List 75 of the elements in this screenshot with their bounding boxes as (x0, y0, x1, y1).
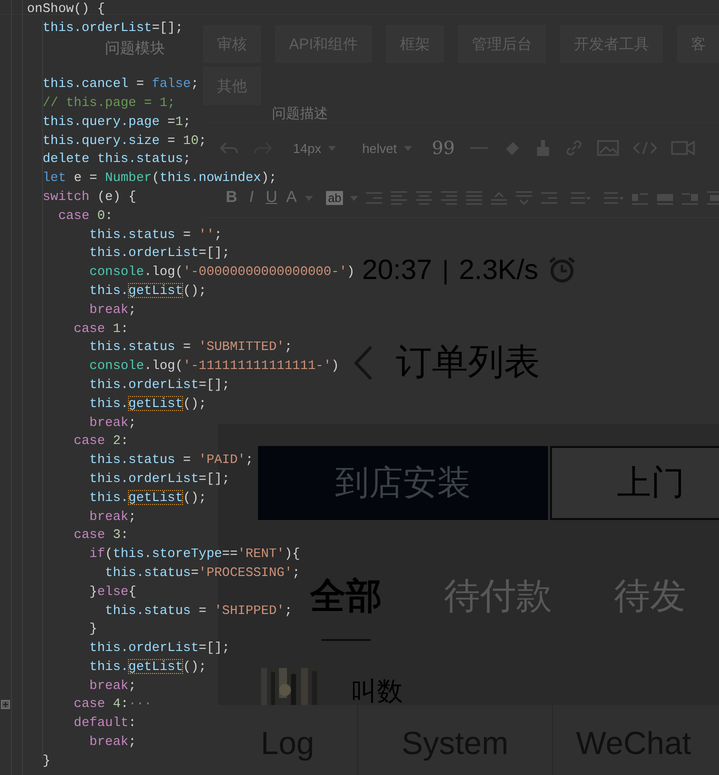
indent-icon[interactable] (365, 191, 384, 205)
code-line: default: (72, 715, 136, 730)
format-button[interactable]: B (225, 189, 238, 207)
video-icon[interactable] (670, 140, 695, 156)
code-line: case 3: (72, 527, 128, 542)
field-label: 问题模块 (105, 39, 165, 58)
highlight-button[interactable]: ab (326, 191, 344, 205)
font-size-dropdown[interactable]: 14px (287, 140, 342, 156)
align-center-icon[interactable] (415, 191, 434, 205)
code-line: if(this.storeType=='RENT'){ (88, 546, 300, 562)
code-line: break; (88, 302, 136, 317)
center-block-icon[interactable] (706, 191, 719, 205)
line-height-icon[interactable] (490, 191, 508, 205)
separator: | (442, 254, 449, 286)
code-line: this.status = 'PAID'; (88, 452, 254, 468)
code-line: this.query.size = 10; (42, 132, 206, 148)
alarm-icon (548, 256, 576, 284)
code-line: this.status='PROCESSING'; (104, 564, 300, 580)
line-spacing-icon[interactable] (515, 191, 534, 205)
justify-icon[interactable] (465, 191, 484, 205)
code-line: this.cancel = false; (42, 76, 199, 92)
code-line: this.orderList=[]; (88, 376, 230, 392)
caret-icon[interactable] (328, 146, 336, 150)
link-icon[interactable] (564, 139, 583, 157)
code-line: this.query.page =1; (42, 114, 191, 129)
back-icon[interactable] (352, 344, 374, 382)
code-line: case 4:··· (72, 696, 152, 712)
code-line: break; (88, 734, 136, 750)
code-line: onShow() { (27, 1, 106, 16)
code-line: this.getList(); (88, 396, 206, 411)
code-line: this.status = ''; (88, 226, 222, 242)
float-none-icon[interactable] (656, 191, 674, 205)
code-line: // this.page = 1; (42, 94, 176, 110)
segment-tab[interactable]: 到店安装 (258, 446, 548, 520)
code-icon[interactable] (632, 140, 657, 156)
format-button[interactable]: U (265, 189, 278, 207)
caret-icon[interactable] (404, 146, 412, 150)
font-family-dropdown[interactable]: helvet (356, 140, 418, 156)
code-line: delete this.status; (42, 151, 191, 166)
code-line: this.getList(); (88, 490, 206, 505)
code-line: let e = Number(this.nowindex); (42, 170, 277, 186)
image-icon[interactable] (596, 139, 619, 157)
code-line: switch (e) { (42, 188, 136, 204)
code-line: this.getList(); (88, 658, 206, 674)
code-line: this.orderList=[]; (88, 640, 230, 656)
undo-icon[interactable] (219, 140, 239, 156)
float-right-icon[interactable] (681, 191, 700, 205)
code-line: this.orderList=[]; (88, 470, 230, 486)
code-line: } (88, 621, 98, 636)
quote-button[interactable]: 99 (432, 138, 455, 158)
align-right-icon[interactable] (440, 191, 458, 205)
code-line: break; (88, 678, 136, 693)
caret-icon[interactable] (305, 196, 313, 200)
outdent-icon[interactable] (540, 191, 558, 205)
code-line: break; (88, 414, 136, 430)
caret-icon[interactable] (350, 196, 358, 200)
expand-icon[interactable] (1, 700, 10, 710)
code-line: case 2: (72, 433, 128, 448)
code-line: this.getList(); (88, 282, 206, 298)
format-button[interactable]: I (245, 189, 258, 207)
format-button[interactable]: A (285, 189, 298, 207)
code-line: this.status = 'SHIPPED'; (104, 602, 292, 618)
float-left-icon[interactable] (631, 191, 650, 205)
field-label: 问题描述 (272, 105, 328, 123)
code-line: this.orderList=[]; (88, 245, 230, 260)
code-line: this.orderList=[]; (42, 20, 184, 35)
code-line: break; (88, 508, 136, 524)
code-line: console.log('-111111111111111-') (88, 358, 340, 374)
code-line: this.status = 'SUBMITTED'; (88, 339, 292, 354)
code-line: case 1: (72, 320, 128, 336)
align-left-icon[interactable] (390, 191, 408, 205)
code-line: }else{ (88, 584, 136, 599)
code-line: } (42, 752, 50, 768)
code-line: case 0: (57, 208, 113, 223)
code-line: console.log('-00000000000000000-') (88, 264, 355, 280)
